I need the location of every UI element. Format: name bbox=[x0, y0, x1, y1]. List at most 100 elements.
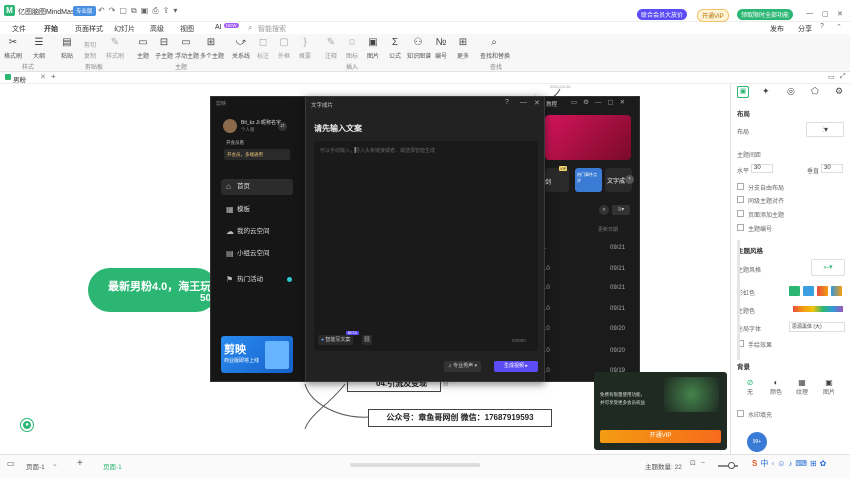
min-icon[interactable]: — bbox=[595, 99, 608, 106]
view-toggle[interactable]: ≡▾ bbox=[612, 205, 630, 215]
cut-button[interactable]: 剪切 bbox=[80, 38, 100, 49]
layout-selector[interactable]: ⫶▾ bbox=[806, 122, 844, 137]
doc-tab-active[interactable]: 男粉 bbox=[13, 74, 26, 84]
panel-scroll-indicator[interactable] bbox=[737, 240, 740, 360]
voice-select[interactable]: ♫ 专业男声 ▾ bbox=[444, 361, 482, 372]
panel-toggle-icon[interactable]: ▭ bbox=[828, 73, 835, 81]
floating-help-button[interactable]: 99+ bbox=[747, 432, 767, 452]
swatch-3[interactable] bbox=[817, 286, 828, 296]
generate-video-button[interactable]: 生成视频 ▸ bbox=[494, 361, 538, 372]
menu-file[interactable]: 文件 bbox=[12, 24, 26, 34]
nav-templates[interactable]: ▦ 模板 bbox=[221, 202, 293, 218]
numbering-button[interactable]: № 编号 bbox=[430, 37, 452, 60]
floating-chat-icon[interactable]: ● bbox=[21, 419, 33, 431]
featured-card[interactable] bbox=[545, 115, 631, 160]
close-button[interactable]: ✕ bbox=[837, 10, 843, 18]
max-icon[interactable]: ▢ bbox=[607, 99, 619, 106]
dialog-close-icon[interactable]: ✕ bbox=[534, 99, 540, 107]
fullscreen-icon[interactable]: ⤢ bbox=[840, 73, 846, 81]
topic-button[interactable]: ▭ 主题 bbox=[132, 37, 154, 60]
add-tab-icon[interactable]: + bbox=[51, 72, 56, 81]
multi-topic-button[interactable]: ⊞ 多个主题 bbox=[200, 37, 224, 60]
bg-texture-option[interactable]: ▦ 纹理 bbox=[793, 378, 811, 396]
swatch-4[interactable] bbox=[831, 286, 842, 296]
font-selector[interactable]: 思源黑体 (大) bbox=[789, 322, 845, 332]
menu-page-style[interactable]: 页面样式 bbox=[75, 24, 103, 34]
zoom-slider-thumb[interactable] bbox=[728, 462, 735, 469]
floating-topic-button[interactable]: ▭ 浮动主题 bbox=[175, 37, 199, 60]
bg-color-option[interactable]: ◐ 颜色 bbox=[767, 378, 785, 396]
close-win-icon[interactable]: ✕ bbox=[620, 99, 631, 106]
print-icon[interactable]: ⎙ bbox=[152, 6, 162, 15]
checkbox-add-topic[interactable] bbox=[737, 210, 744, 217]
smart-search[interactable]: 智能搜索 bbox=[258, 24, 286, 34]
note-button[interactable]: ✎ 注释 bbox=[320, 37, 342, 60]
icon-button[interactable]: ☺ 图标 bbox=[341, 37, 363, 60]
save-icon[interactable]: ▣ bbox=[141, 6, 153, 15]
text-input-area[interactable]: 可以手动输入，导入头条链接或者、或选择智能生成 bbox=[314, 141, 538, 351]
switch-account-icon[interactable]: ⇄ bbox=[278, 122, 287, 131]
new-icon[interactable]: ▢ bbox=[119, 6, 131, 15]
vip-popup-button[interactable]: 开通VIP bbox=[600, 430, 721, 443]
nav-home[interactable]: ⌂ 首页 bbox=[221, 179, 293, 195]
find-replace-button[interactable]: ⌕ 查找和替换 bbox=[480, 37, 510, 60]
outline-button[interactable]: ☰ 大纲 bbox=[28, 37, 50, 60]
export-icon[interactable]: ⇪ bbox=[163, 6, 174, 15]
vip-open-button[interactable]: 开会员，多端通用 bbox=[224, 149, 290, 160]
checkbox-free-layout[interactable] bbox=[737, 183, 744, 190]
copy-button[interactable]: 复制 bbox=[80, 49, 100, 60]
relation-line-button[interactable]: ⤻ 关系线 bbox=[230, 37, 252, 60]
callout-button[interactable]: ◻ 标注 bbox=[252, 37, 274, 60]
settings-tab-icon[interactable]: ⚙ bbox=[835, 86, 843, 97]
settings-icon[interactable]: ⚙ bbox=[583, 99, 595, 106]
minimize-button[interactable]: — bbox=[806, 10, 813, 17]
formula-button[interactable]: Σ 公式 bbox=[384, 37, 406, 60]
menu-advanced[interactable]: 高级 bbox=[150, 24, 164, 34]
more-button[interactable]: ⊞ 更多 bbox=[452, 37, 474, 60]
search-icon[interactable]: ⌕ bbox=[248, 23, 252, 33]
tutorial-link[interactable]: 教程 bbox=[546, 100, 557, 108]
horizontal-spacing-input[interactable]: 30 bbox=[751, 164, 773, 173]
attach-link-icon[interactable]: ⛓ bbox=[362, 335, 372, 345]
checkbox-watermark[interactable] bbox=[737, 410, 744, 417]
emoji-tray-icon[interactable]: ☺ bbox=[777, 459, 788, 468]
dialog-help-icon[interactable]: ? bbox=[505, 99, 509, 106]
menu-ai[interactable]: AI bbox=[215, 24, 222, 31]
nav-hot-events[interactable]: ⚑ 热门活动 bbox=[221, 272, 293, 288]
zoom-out-icon[interactable]: − bbox=[701, 460, 710, 467]
free-features-button[interactable]: 领取限时全部功能 bbox=[737, 9, 794, 20]
page-selector[interactable]: 页面-1 bbox=[26, 461, 45, 471]
format-painter-button[interactable]: ✂ 格式刷 bbox=[2, 37, 24, 60]
grid-icon[interactable]: ⊞ bbox=[810, 459, 820, 468]
main-topic-node[interactable]: 最新男粉4.0，海王玩 bbox=[88, 268, 218, 312]
bg-none-option[interactable]: ⊘ 无 bbox=[741, 378, 759, 396]
carousel-next-icon[interactable]: › bbox=[625, 175, 634, 184]
promo-banner[interactable]: 剪映 商业版即将上线 bbox=[221, 336, 293, 373]
screen-icon[interactable]: ▭ bbox=[571, 99, 583, 106]
maximize-button[interactable]: ▢ bbox=[822, 10, 829, 18]
checkbox-numbering[interactable] bbox=[737, 224, 744, 231]
add-page-button[interactable]: + bbox=[77, 458, 83, 469]
page-panel-icon[interactable]: ▭ bbox=[7, 459, 15, 468]
more-icon[interactable]: ▾ bbox=[173, 6, 181, 15]
close-tab-icon[interactable]: ✕ bbox=[40, 73, 46, 81]
undo-icon[interactable]: ↶ bbox=[98, 6, 109, 15]
bg-image-option[interactable]: ▣ 图片 bbox=[820, 378, 838, 396]
feature-card-2[interactable]: 热门事件点评 bbox=[575, 168, 602, 192]
menu-view[interactable]: 视图 bbox=[180, 24, 194, 34]
feature-card-1[interactable]: 剑 bbox=[545, 168, 569, 192]
keyboard-icon[interactable]: ⌨ bbox=[795, 459, 810, 468]
summary-button[interactable]: } 概要 bbox=[294, 37, 316, 60]
hscroll-bar[interactable] bbox=[350, 463, 480, 467]
image-button[interactable]: ▣ 图片 bbox=[362, 37, 384, 60]
active-page-tab[interactable]: 页面-1 bbox=[103, 461, 122, 471]
collapse-icon[interactable]: ⌃ bbox=[836, 23, 842, 31]
knowledge-graph-button[interactable]: ⚇ 知识图谱 bbox=[407, 37, 431, 60]
lang-icon[interactable]: 中 bbox=[760, 459, 771, 468]
redo-icon[interactable]: ↷ bbox=[109, 6, 120, 15]
boundary-button[interactable]: ▢ 外框 bbox=[273, 37, 295, 60]
promo-member-button[interactable]: 联合会员大放价 bbox=[637, 9, 688, 20]
ai-write-button[interactable]: ● 智能写文案 bbox=[318, 335, 354, 345]
edition-badge[interactable]: 专业版 bbox=[73, 6, 96, 16]
style-brush-button[interactable]: ✎ 样式刷 bbox=[104, 37, 126, 60]
